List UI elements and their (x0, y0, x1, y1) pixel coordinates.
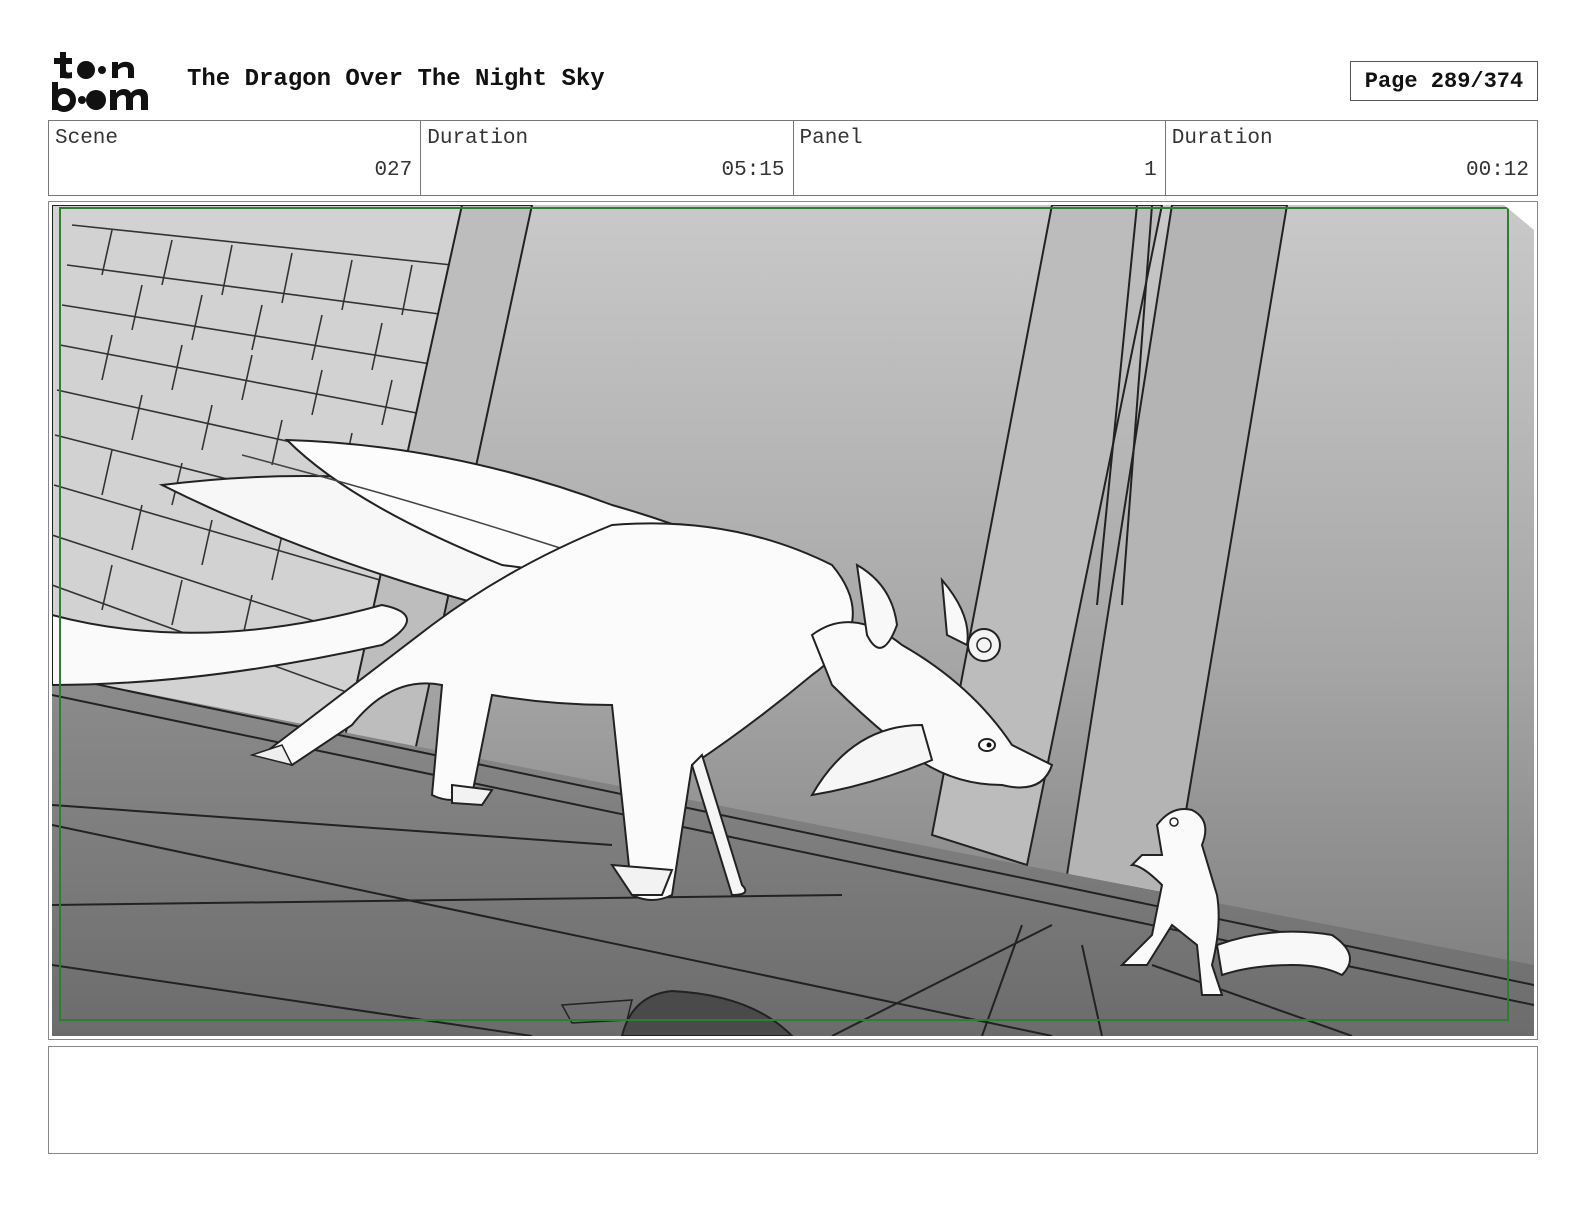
storyboard-title: The Dragon Over The Night Sky (187, 66, 605, 93)
page-indicator-label: Page 289/374 (1364, 68, 1524, 94)
scene-duration-label: Duration (427, 127, 529, 150)
scene-duration-value: 05:15 (721, 159, 785, 182)
panel-label: Panel (799, 127, 863, 150)
scene-cell: Scene 027 (49, 121, 422, 195)
page-indicator: Page 289/374 (1350, 61, 1538, 101)
panel-notes-box (48, 1046, 1538, 1154)
panel-image (52, 205, 1534, 1036)
scene-duration-cell: Duration 05:15 (421, 121, 794, 195)
panel-duration-label: Duration (1171, 127, 1273, 150)
scene-info-row: Scene 027 Duration 05:15 Panel 1 Duratio… (48, 120, 1538, 196)
toon-boom-logo (50, 50, 164, 112)
scene-label: Scene (55, 127, 119, 150)
panel-cell: Panel 1 (794, 121, 1166, 195)
panel-value: 1 (1144, 159, 1157, 182)
scene-value: 027 (374, 159, 413, 182)
panel-duration-cell: Duration 00:12 (1166, 121, 1537, 195)
panel-duration-value: 00:12 (1465, 159, 1529, 182)
